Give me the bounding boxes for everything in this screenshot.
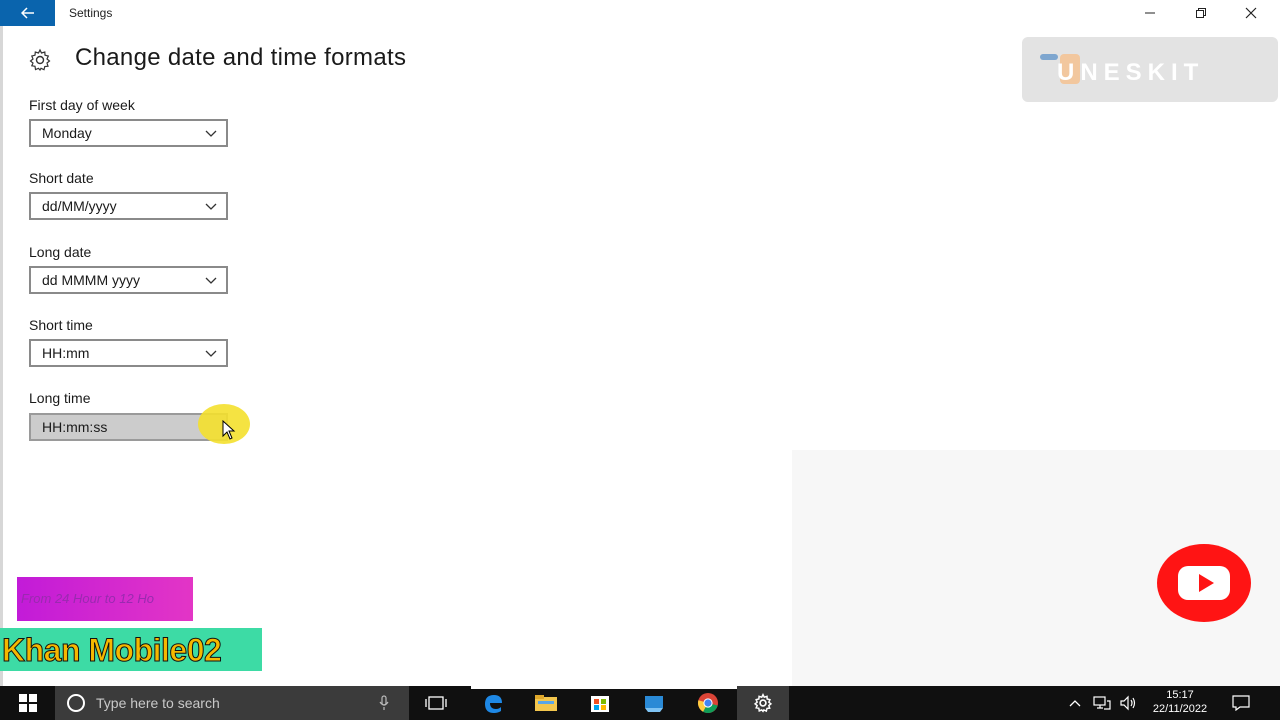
- chevron-down-icon: [205, 350, 217, 357]
- start-button[interactable]: [0, 686, 55, 720]
- short-date-dropdown[interactable]: dd/MM/yyyy: [29, 192, 228, 220]
- dropdown-value: HH:mm: [42, 345, 90, 361]
- chevron-up-icon: [1069, 700, 1081, 707]
- chevron-down-icon: [205, 277, 217, 284]
- channel-name: Khan Mobile02: [1, 632, 222, 669]
- short-date-label: Short date: [29, 170, 94, 186]
- back-button[interactable]: [0, 0, 55, 26]
- volume-icon: [1120, 695, 1136, 711]
- settings-taskbar-button[interactable]: [737, 686, 789, 720]
- dropdown-value: HH:mm:ss: [42, 419, 108, 435]
- action-center-button[interactable]: [1226, 686, 1256, 720]
- store-button[interactable]: [574, 686, 626, 720]
- window-left-edge: [0, 26, 3, 686]
- short-time-dropdown[interactable]: HH:mm: [29, 339, 228, 367]
- dropdown-value: Monday: [42, 125, 92, 141]
- video-caption-banner: From 24 Hour to 12 Ho: [17, 577, 193, 621]
- network-icon: [1093, 696, 1111, 710]
- minimize-icon: [1145, 12, 1155, 14]
- long-date-dropdown[interactable]: dd MMMM yyyy: [29, 266, 228, 294]
- mouse-pointer-icon: [222, 420, 236, 440]
- watermark-text: UNESKIT: [1057, 59, 1205, 86]
- app-button[interactable]: [628, 686, 680, 720]
- search-placeholder: Type here to search: [96, 695, 220, 711]
- page-title: Change date and time formats: [75, 44, 407, 71]
- network-button[interactable]: [1090, 686, 1114, 720]
- watermark-logo: [1040, 54, 1058, 60]
- app-icon: [645, 696, 663, 712]
- notification-icon: [1232, 695, 1250, 711]
- chevron-down-icon: [205, 203, 217, 210]
- file-explorer-icon: [535, 695, 557, 711]
- volume-button[interactable]: [1116, 686, 1140, 720]
- arrow-left-icon: [20, 7, 34, 19]
- youtube-play-icon[interactable]: [1157, 544, 1251, 622]
- cortana-icon: [67, 694, 85, 712]
- short-time-label: Short time: [29, 317, 93, 333]
- app-title: Settings: [69, 6, 113, 20]
- task-view-button[interactable]: [410, 686, 462, 720]
- long-time-label: Long time: [29, 390, 91, 406]
- clock-date: 22/11/2022: [1152, 703, 1208, 715]
- file-explorer-button[interactable]: [520, 686, 572, 720]
- close-button[interactable]: [1228, 0, 1274, 26]
- store-icon: [591, 696, 609, 712]
- taskbar-clock[interactable]: 15:17 22/11/2022: [1144, 688, 1216, 718]
- edge-icon: [485, 695, 502, 713]
- windows-logo-icon: [18, 694, 37, 712]
- dropdown-value: dd MMMM yyyy: [42, 272, 140, 288]
- caption-text: From 24 Hour to 12 Ho: [21, 591, 154, 606]
- channel-name-banner: Khan Mobile02: [0, 628, 262, 671]
- gear-icon: [29, 48, 51, 72]
- chrome-button[interactable]: [682, 686, 734, 720]
- settings-icon: [753, 693, 773, 713]
- microphone-icon[interactable]: [379, 695, 389, 711]
- edge-button[interactable]: [467, 686, 519, 720]
- maximize-icon: [1196, 8, 1206, 18]
- close-icon: [1245, 7, 1257, 19]
- task-view-icon: [425, 696, 447, 710]
- chrome-icon: [697, 693, 718, 713]
- watermark: UNESKIT: [1022, 37, 1278, 102]
- maximize-button[interactable]: [1178, 0, 1224, 26]
- minimize-button[interactable]: [1127, 0, 1173, 26]
- first-day-of-week-dropdown[interactable]: Monday: [29, 119, 228, 147]
- youtube-logo-inner: [1178, 566, 1230, 600]
- clock-time: 15:17: [1166, 689, 1194, 701]
- chevron-down-icon: [205, 130, 217, 137]
- show-hidden-icons-button[interactable]: [1064, 686, 1086, 720]
- first-day-of-week-label: First day of week: [29, 97, 135, 113]
- long-date-label: Long date: [29, 244, 92, 260]
- play-triangle-icon: [1198, 574, 1214, 592]
- taskbar-search[interactable]: Type here to search: [55, 686, 409, 720]
- dropdown-value: dd/MM/yyyy: [42, 198, 117, 214]
- title-bar: Settings: [0, 0, 1280, 26]
- taskbar: Type here to search 15:17 22/11/2022: [0, 686, 1280, 720]
